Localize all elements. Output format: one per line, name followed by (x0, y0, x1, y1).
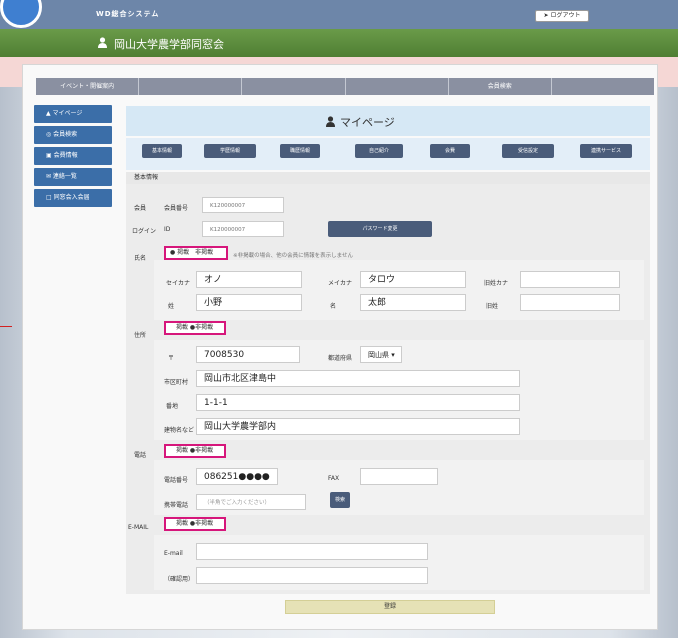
address-visibility-radio[interactable]: 掲載 ●非掲載 (164, 321, 226, 335)
change-password-button[interactable]: パスワード変更 (328, 221, 432, 237)
person-icon (326, 116, 335, 127)
nav-item-3[interactable] (242, 78, 346, 95)
email-confirm-input[interactable] (196, 567, 428, 584)
mei-kana-label: メイカナ (328, 280, 353, 287)
site-logo: WD総合システム (96, 10, 160, 18)
nav-item-4[interactable] (346, 78, 449, 95)
sei-kana-label: セイカナ (166, 280, 191, 287)
name-section-label: 氏名 (134, 255, 147, 262)
sidebar-item-mypage[interactable]: ▲ マイページ (34, 105, 112, 123)
email-section-label: E-MAIL (128, 524, 149, 531)
tel-input[interactable]: 086251●●●● (196, 468, 278, 485)
phone-section-label: 電話 (134, 452, 147, 459)
pref-select[interactable]: 岡山県 ▾ (360, 346, 402, 363)
address-section-label: 住所 (134, 332, 147, 339)
register-button[interactable]: 登録 (285, 600, 495, 614)
sidebar-item-contacts[interactable]: ✉ 連絡一覧 (34, 168, 112, 186)
email-visibility-radio[interactable]: 掲載 ●非掲載 (164, 517, 226, 531)
login-id-label: ID (164, 226, 171, 233)
street-label: 番地 (166, 403, 179, 410)
login-label: ログイン (132, 228, 157, 235)
search-button[interactable]: 検索 (330, 492, 350, 508)
sidebar-item-application[interactable]: □ 同窓会入会届 (34, 189, 112, 207)
tab-receive-settings[interactable]: 受信設定 (502, 144, 554, 158)
email-confirm-label: （確認用） (164, 576, 195, 583)
tab-basic-info[interactable]: 基本情報 (142, 144, 182, 158)
city-input[interactable]: 岡山市北区津島中 (196, 370, 520, 387)
tab-career[interactable]: 職歴情報 (280, 144, 320, 158)
old-kana-input[interactable] (520, 271, 620, 288)
street-input[interactable]: 1-1-1 (196, 394, 520, 411)
sei-kana-input[interactable]: オノ (196, 271, 302, 288)
person-icon (98, 37, 107, 48)
nav-item-6[interactable] (552, 78, 654, 95)
mobile-label: 携帯電話 (164, 502, 189, 509)
email-label: E-mail (164, 550, 183, 557)
tab-fees[interactable]: 会費 (430, 144, 470, 158)
member-no-field: K120000007 (202, 197, 284, 213)
old-input[interactable] (520, 294, 620, 311)
sidebar-item-member-search[interactable]: ◎ 会員検索 (34, 126, 112, 144)
section-title: 基本情報 (126, 172, 650, 184)
fax-label: FAX (328, 475, 340, 482)
email-input[interactable] (196, 543, 428, 560)
page-title: マイページ (340, 116, 395, 129)
nav-item-member-search[interactable]: 会員検索 (449, 78, 552, 95)
mei-kana-input[interactable]: タロウ (360, 271, 466, 288)
member-label: 会員 (134, 205, 147, 212)
zip-label: 〒 (168, 355, 175, 362)
pref-label: 都道府県 (328, 355, 353, 362)
name-block (154, 260, 644, 320)
site-title: 岡山大学農学部同窓会 (114, 38, 224, 51)
zip-input[interactable]: 7008530 (196, 346, 300, 363)
building-input[interactable]: 岡山大学農学部内 (196, 418, 520, 435)
old-label: 旧姓 (486, 303, 499, 310)
annotation-line (0, 326, 12, 327)
name-visibility-radio[interactable]: ● 掲載 非掲載 (164, 246, 228, 260)
mobile-input[interactable]: （半角でご入力ください） (196, 494, 306, 510)
old-kana-label: 旧姓カナ (484, 280, 509, 287)
fax-input[interactable] (360, 468, 438, 485)
logout-button[interactable]: ➤ ログアウト (535, 10, 589, 22)
sidebar: ▲ マイページ ◎ 会員検索 ▣ 会費情報 ✉ 連絡一覧 □ 同窓会入会届 (34, 105, 112, 210)
nav-item-2[interactable] (139, 78, 243, 95)
building-label: 建物名など (164, 427, 195, 434)
visibility-note: ※非掲載の場合、他の会員に情報を表示しません (233, 253, 353, 259)
global-nav: イベント・開催案内 会員検索 (36, 78, 654, 95)
tab-linked-services[interactable]: 連携サービス (580, 144, 632, 158)
phone-visibility-radio[interactable]: 掲載 ●非掲載 (164, 444, 226, 458)
city-label: 市区町村 (164, 379, 189, 386)
sei-input[interactable]: 小野 (196, 294, 302, 311)
mei-input[interactable]: 太郎 (360, 294, 466, 311)
login-id-field: K120000007 (202, 221, 284, 237)
tab-education[interactable]: 学歴情報 (204, 144, 256, 158)
member-no-label: 会員番号 (164, 205, 189, 212)
sidebar-item-fees[interactable]: ▣ 会費情報 (34, 147, 112, 165)
mei-label: 名 (330, 303, 337, 310)
sei-label: 姓 (168, 303, 175, 310)
tab-profile[interactable]: 自己紹介 (355, 144, 403, 158)
nav-item-events[interactable]: イベント・開催案内 (36, 78, 140, 95)
tel-label: 電話番号 (164, 477, 189, 484)
